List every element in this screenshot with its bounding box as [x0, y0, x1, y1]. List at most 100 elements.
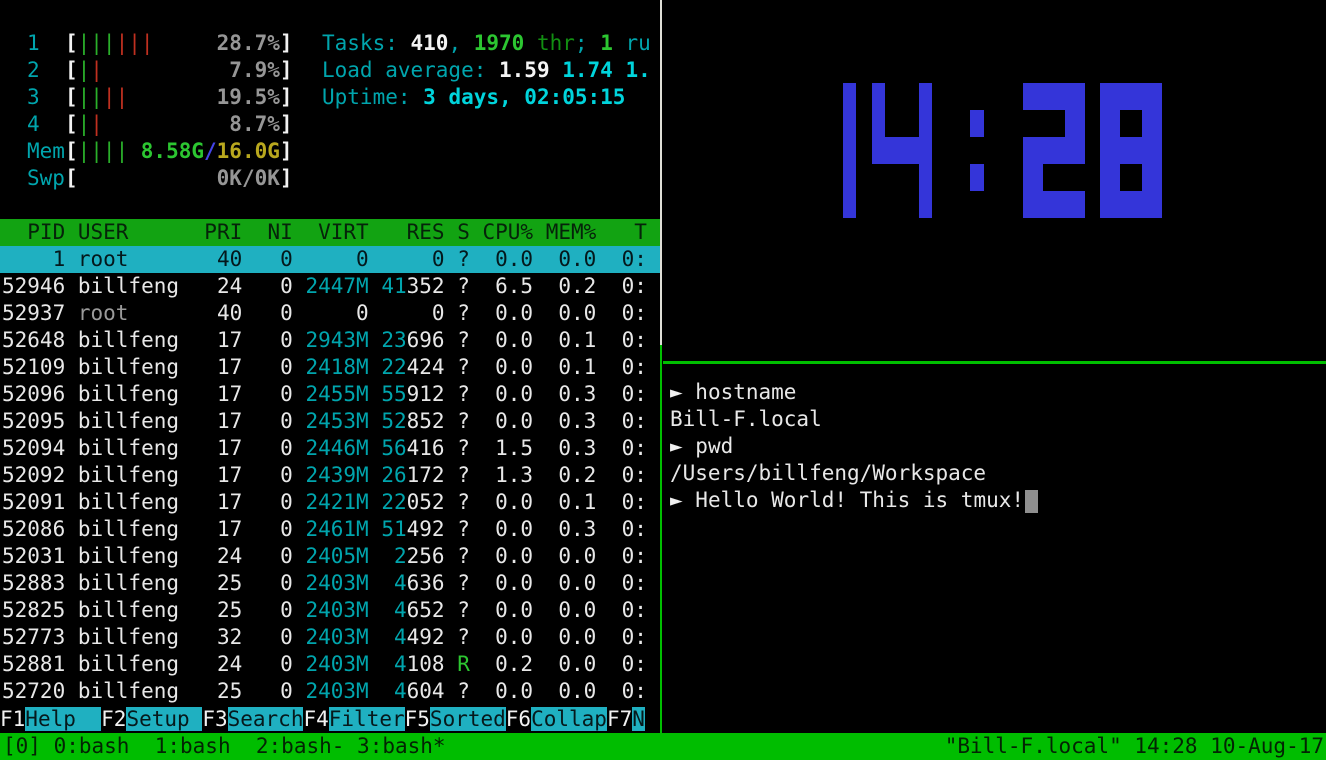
- fn-f5-sorted[interactable]: F5Sorted: [405, 707, 506, 731]
- memory-total: 16.0G: [217, 139, 280, 163]
- cell: [369, 490, 382, 514]
- cell: 52883: [2, 571, 78, 595]
- cell: ?: [457, 679, 470, 703]
- cell: 416: [407, 436, 458, 460]
- fn-action-label: Setup: [126, 707, 202, 731]
- cell: 2453M: [305, 409, 368, 433]
- cell: 2943M: [305, 328, 368, 352]
- cell: 0.2 0.0 0:: [470, 652, 647, 676]
- window-tab-1[interactable]: 1:bash: [142, 734, 243, 758]
- process-row[interactable]: 52086 billfeng 17 0 2461M 51492 ? 0.0 0.…: [0, 516, 660, 543]
- process-row[interactable]: 52096 billfeng 17 0 2455M 55912 ? 0.0 0.…: [0, 381, 660, 408]
- bar-tick-red: |: [116, 85, 129, 109]
- cell: 25 0: [204, 598, 305, 622]
- cell: 17 0: [204, 436, 305, 460]
- cell: [381, 247, 432, 271]
- cell: 2421M: [305, 490, 368, 514]
- meter-bracket: [: [65, 166, 78, 190]
- pane-divider-vertical-active[interactable]: [660, 345, 662, 733]
- cell: ?: [457, 571, 470, 595]
- status-left: [0] 0:bash 1:bash 2:bash- 3:bash*: [3, 733, 446, 760]
- cell: 2403M: [305, 652, 368, 676]
- bar-tick-green: |: [78, 85, 91, 109]
- clock-segment: [919, 164, 932, 191]
- cpu-meter-label: 1: [27, 31, 65, 55]
- process-row[interactable]: 52091 billfeng 17 0 2421M 22052 ? 0.0 0.…: [0, 489, 660, 516]
- window-tab-3[interactable]: 3:bash*: [344, 734, 445, 758]
- shell-prompt-icon: ►: [670, 434, 695, 458]
- cell: ?: [457, 382, 470, 406]
- clock-segment: [1065, 137, 1085, 164]
- process-row[interactable]: 52937 root 40 0 0 0 ? 0.0 0.0 0:: [0, 300, 660, 327]
- process-row[interactable]: 52092 billfeng 17 0 2439M 26172 ? 1.3 0.…: [0, 462, 660, 489]
- pane-divider-vertical[interactable]: [660, 0, 662, 345]
- fn-f3-search[interactable]: F3Search: [202, 707, 303, 731]
- cell: [369, 544, 382, 568]
- cell: 52086: [2, 517, 78, 541]
- process-row[interactable]: 52095 billfeng 17 0 2453M 52852 ? 0.0 0.…: [0, 408, 660, 435]
- cell: 52095: [2, 409, 78, 433]
- fn-f2-setup[interactable]: F2Setup: [101, 707, 202, 731]
- htop-table-header[interactable]: PID USER PRI NI VIRT RES S CPU% MEM% T: [0, 219, 660, 246]
- clock-segment: [872, 137, 885, 164]
- pane-clock[interactable]: [663, 0, 1326, 362]
- shell-command-text: pwd: [695, 434, 733, 458]
- htop-process-table: PID USER PRI NI VIRT RES S CPU% MEM% T 1…: [0, 219, 660, 705]
- cell: 0.0 0.0 0:: [470, 679, 647, 703]
- process-row[interactable]: 52825 billfeng 25 0 2403M 4652 ? 0.0 0.0…: [0, 597, 660, 624]
- process-row[interactable]: 52881 billfeng 24 0 2403M 4108 R 0.2 0.0…: [0, 651, 660, 678]
- cell: ?: [457, 625, 470, 649]
- meter-bracket: ]: [280, 31, 293, 55]
- cell: 2403M: [305, 625, 368, 649]
- cell: 4: [381, 571, 406, 595]
- clock-digit: [796, 83, 856, 218]
- clock-segment: [1065, 110, 1085, 137]
- fn-f4-filter[interactable]: F4Filter: [303, 707, 404, 731]
- cell: 2439M: [305, 463, 368, 487]
- process-row[interactable]: 52883 billfeng 25 0 2403M 4636 ? 0.0 0.0…: [0, 570, 660, 597]
- process-row[interactable]: 52109 billfeng 17 0 2418M 22424 ? 0.0 0.…: [0, 354, 660, 381]
- fn-f7-n[interactable]: F7N: [607, 707, 645, 731]
- cell: 912: [407, 382, 458, 406]
- fn-f6-collap[interactable]: F6Collap: [506, 707, 607, 731]
- pane-shell[interactable]: ► hostnameBill-F.local► pwd/Users/billfe…: [663, 365, 1326, 733]
- cell: billfeng: [78, 490, 204, 514]
- shell-output-line: Bill-F.local: [670, 406, 1038, 433]
- pane-htop[interactable]: 1 [||||||28.7%]2 [||7.9%]3 [||||19.5%]4 …: [0, 0, 660, 733]
- bar-tick-green: |: [116, 139, 129, 163]
- cell: [369, 274, 382, 298]
- clock-segment: [843, 164, 856, 191]
- cell: [369, 598, 382, 622]
- cell: ?: [457, 517, 470, 541]
- cell: 0.0 0.0 0:: [470, 301, 647, 325]
- shell-command-line: ► Hello World! This is tmux!: [670, 487, 1038, 514]
- swap-meter-bar: 0K/0K: [78, 165, 280, 192]
- fn-f1-help[interactable]: F1Help: [0, 707, 101, 731]
- cell: [369, 301, 382, 325]
- swap-meter-label: Swp: [27, 166, 65, 190]
- memory-slash: /: [204, 139, 217, 163]
- cell: 22: [381, 355, 406, 379]
- process-row[interactable]: 52094 billfeng 17 0 2446M 56416 ? 1.5 0.…: [0, 435, 660, 462]
- clock-digit: [1100, 83, 1162, 218]
- htop-function-bar: F1Help F2Setup F3SearchF4FilterF5SortedF…: [0, 706, 660, 733]
- window-tab-0[interactable]: 0:bash: [54, 734, 143, 758]
- process-row[interactable]: 52031 billfeng 24 0 2405M 2256 ? 0.0 0.0…: [0, 543, 660, 570]
- process-row[interactable]: 52720 billfeng 25 0 2403M 4604 ? 0.0 0.0…: [0, 678, 660, 705]
- cell: 17 0: [204, 355, 305, 379]
- cell: 696: [407, 328, 458, 352]
- cell: billfeng: [78, 436, 204, 460]
- cell: 172: [407, 463, 458, 487]
- tasks-line-segment: 1970: [474, 31, 525, 55]
- window-tab-2[interactable]: 2:bash-: [243, 734, 344, 758]
- cell: ?: [457, 463, 470, 487]
- cell: [369, 436, 382, 460]
- cell: billfeng: [78, 382, 204, 406]
- process-row[interactable]: 1 root 40 0 0 0 ? 0.0 0.0 0:: [0, 246, 660, 273]
- process-row[interactable]: 52648 billfeng 17 0 2943M 23696 ? 0.0 0.…: [0, 327, 660, 354]
- cell: PRI NI: [204, 220, 305, 244]
- process-row[interactable]: 52946 billfeng 24 0 2447M 41352 ? 6.5 0.…: [0, 273, 660, 300]
- pane-divider-horizontal[interactable]: [663, 361, 1326, 364]
- process-row[interactable]: 52773 billfeng 32 0 2403M 4492 ? 0.0 0.0…: [0, 624, 660, 651]
- cell: 52: [381, 409, 406, 433]
